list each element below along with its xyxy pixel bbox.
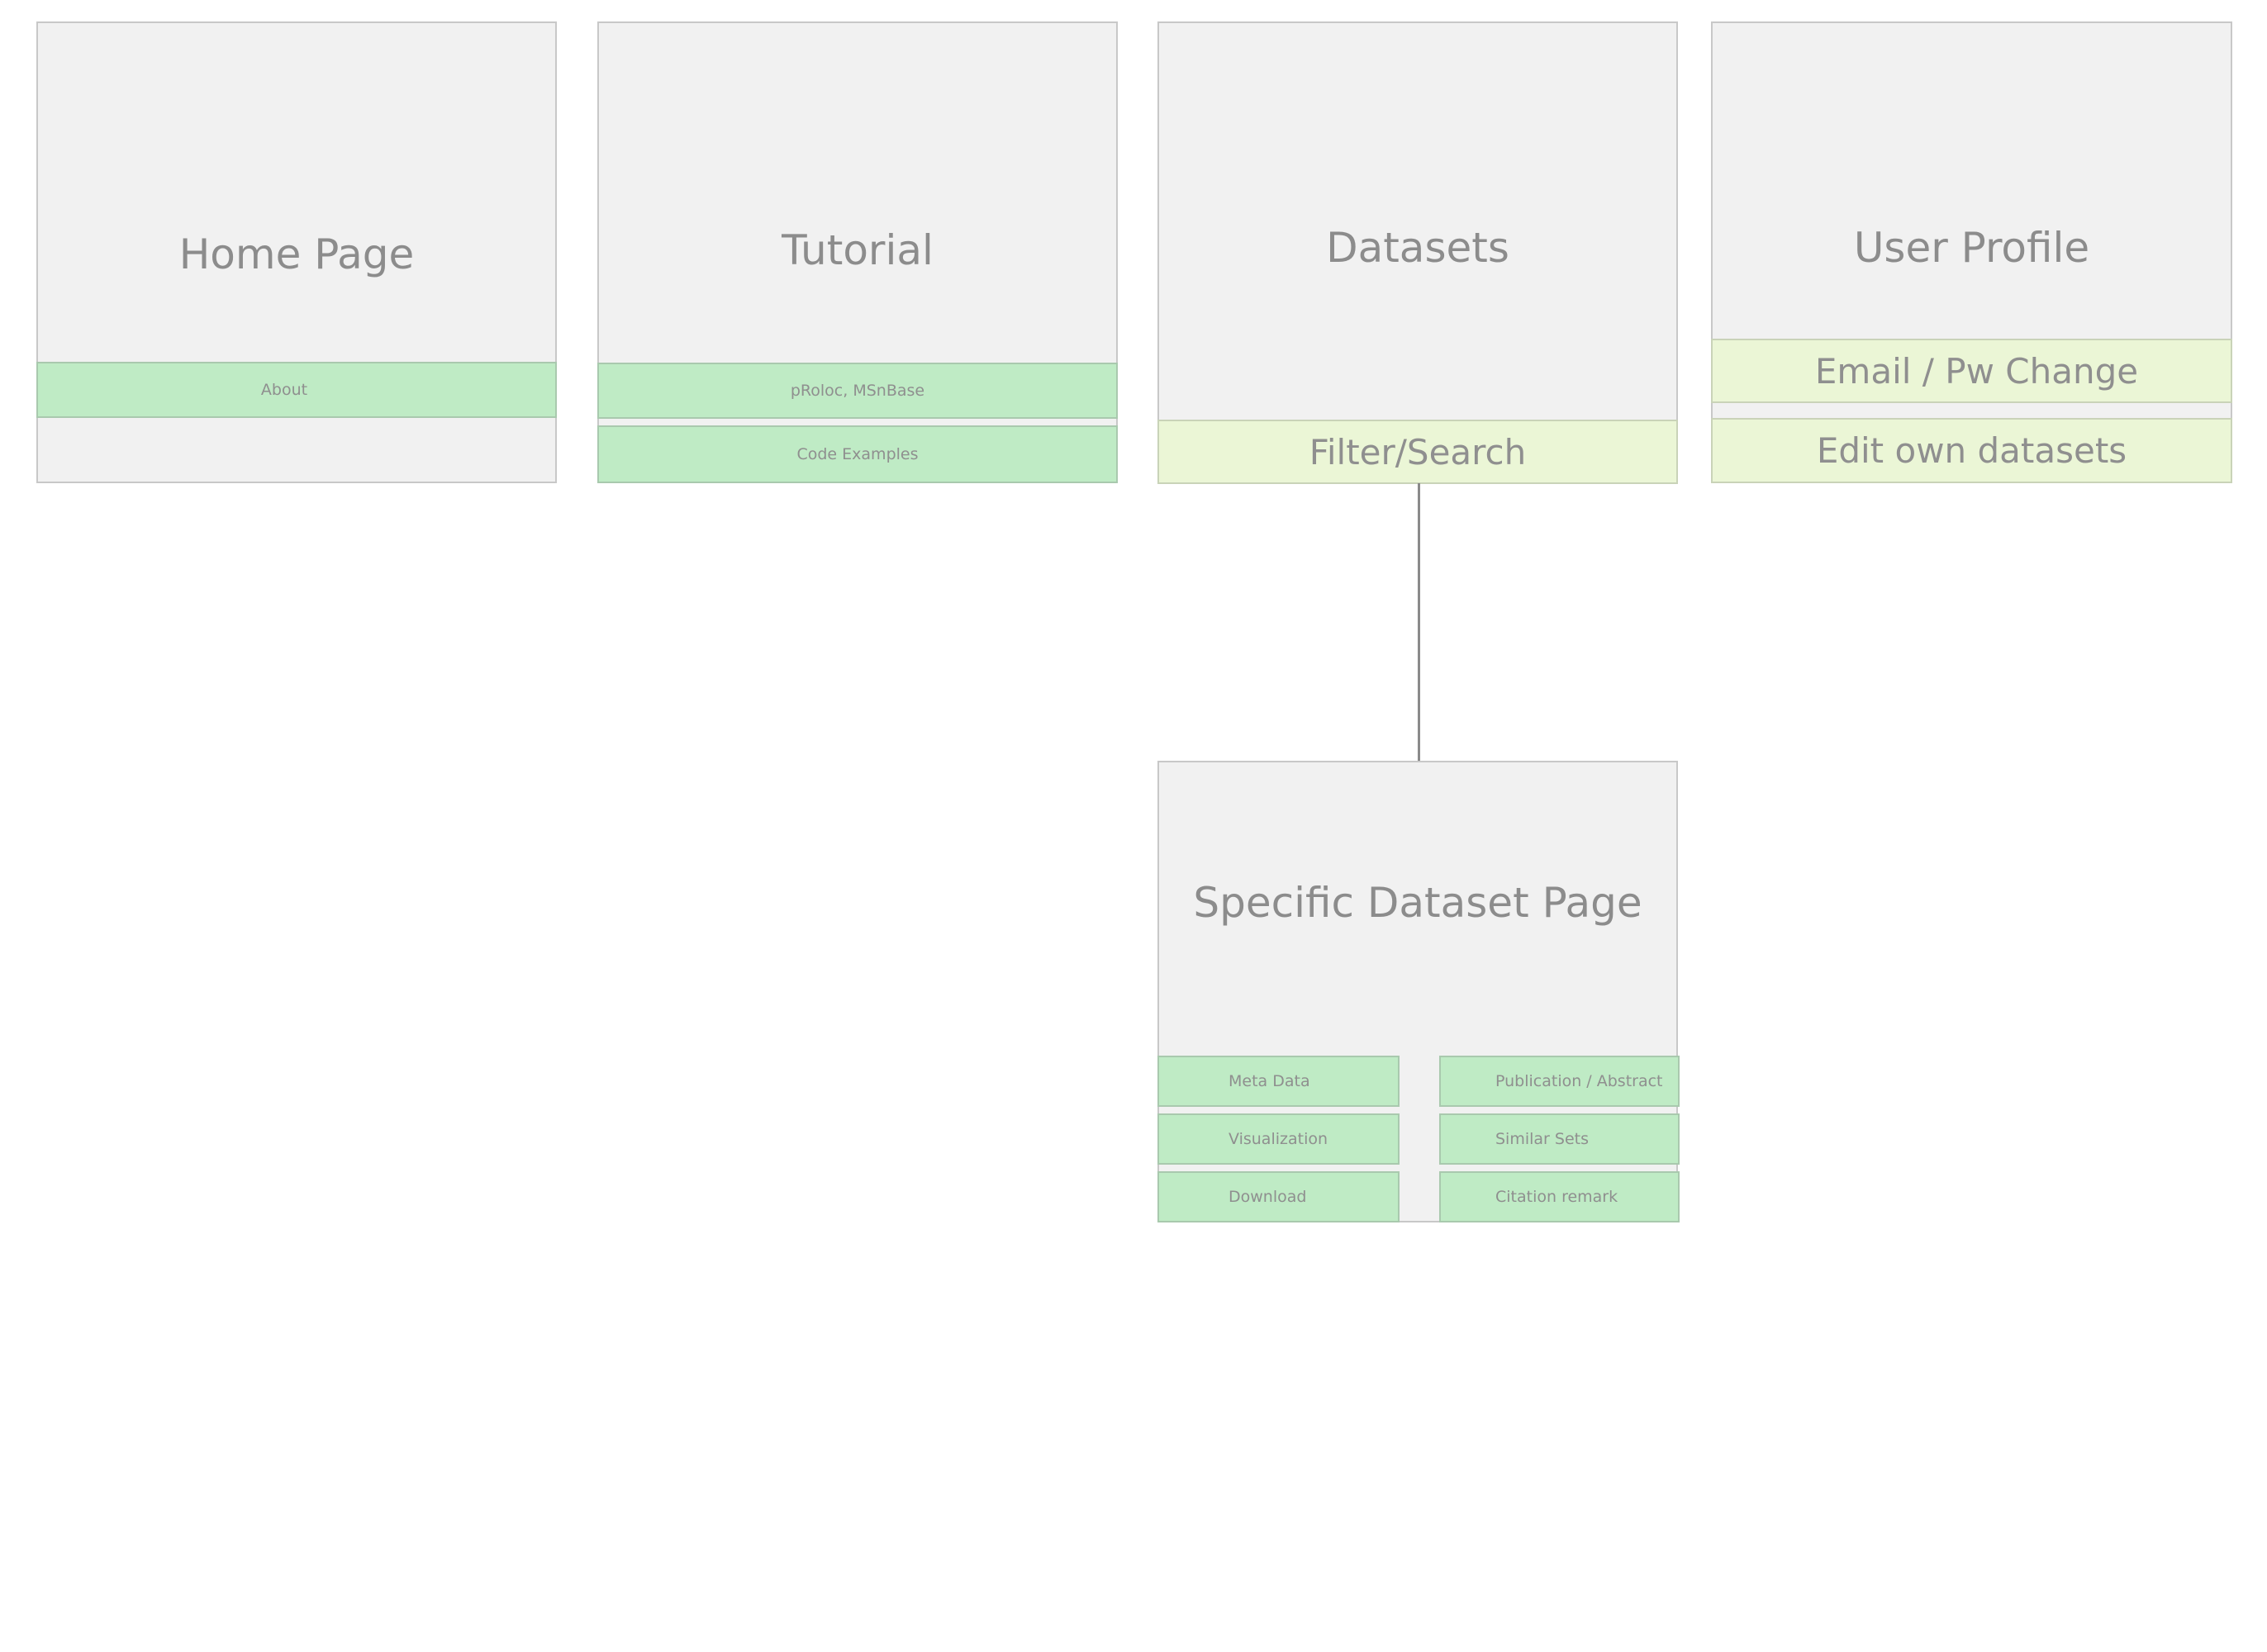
home-page-title: Home Page xyxy=(178,230,415,278)
datasets-title: Datasets xyxy=(1326,224,1509,272)
visualization-item: Visualization xyxy=(1157,1113,1400,1165)
specific-dataset-page-node: Specific Dataset Page Meta Data Visualiz… xyxy=(1157,761,1680,1222)
sitemap-diagram: Home Page About Tutorial pRoloc, MSnBase… xyxy=(0,0,2267,1652)
user-profile-title: User Profile xyxy=(1853,224,2090,272)
specific-dataset-page-title: Specific Dataset Page xyxy=(1193,879,1642,927)
tutorial-node: Tutorial pRoloc, MSnBase Code Examples xyxy=(597,21,1118,483)
proloc-msnbase-item: pRoloc, MSnBase xyxy=(597,363,1118,419)
about-item: About xyxy=(36,362,557,418)
datasets-to-specific-connector xyxy=(1418,483,1420,761)
meta-data-item: Meta Data xyxy=(1157,1056,1400,1107)
code-examples-item: Code Examples xyxy=(597,425,1118,483)
tutorial-title: Tutorial xyxy=(782,226,934,274)
citation-remark-item: Citation remark xyxy=(1439,1171,1680,1222)
user-profile-node: User Profile Email / Pw Change Edit own … xyxy=(1711,21,2232,483)
edit-own-datasets-item: Edit own datasets xyxy=(1711,418,2232,483)
filter-search-item: Filter/Search xyxy=(1157,420,1678,484)
datasets-node: Datasets Filter/Search xyxy=(1157,21,1678,484)
publication-abstract-item: Publication / Abstract xyxy=(1439,1056,1680,1107)
email-pw-change-item: Email / Pw Change xyxy=(1711,339,2232,403)
similar-sets-item: Similar Sets xyxy=(1439,1113,1680,1165)
home-page-node: Home Page About xyxy=(36,21,557,483)
download-item: Download xyxy=(1157,1171,1400,1222)
